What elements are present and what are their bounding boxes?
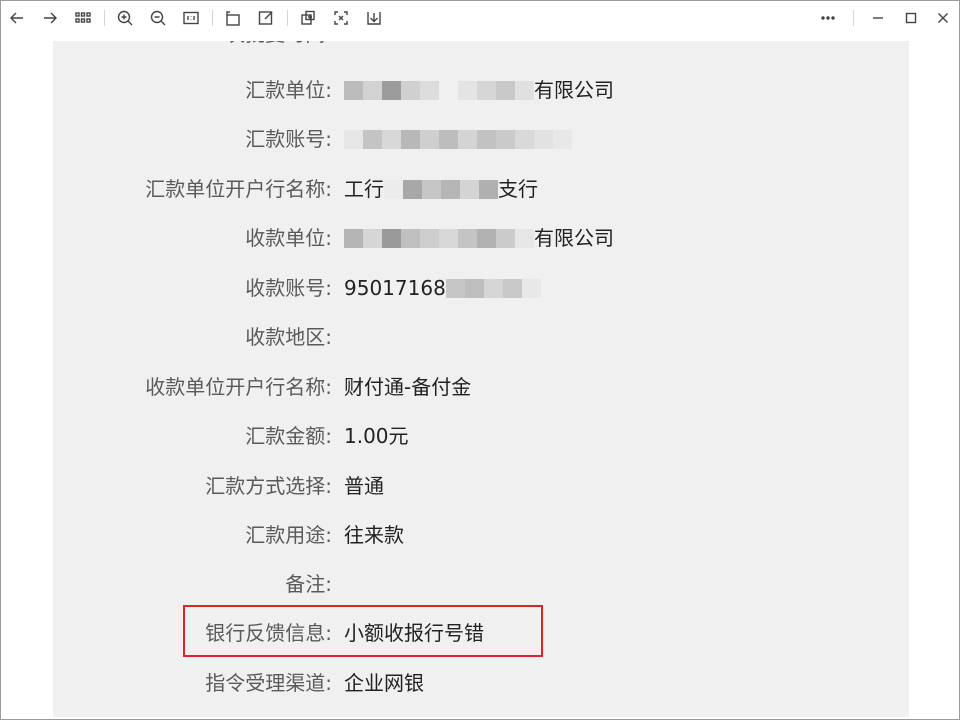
field-label: 汇款金额: bbox=[245, 424, 332, 448]
field-label: 二次批复时间: bbox=[205, 41, 332, 49]
field-value: 有限公司 bbox=[344, 223, 614, 253]
redacted-mosaic bbox=[344, 223, 534, 253]
field-value: 往来款 bbox=[344, 523, 404, 547]
field-value: 工行 支行 bbox=[344, 174, 538, 204]
viewer-toolbar bbox=[1, 1, 959, 35]
field-row-payee-name: 收款单位: 有限公司 bbox=[53, 223, 909, 253]
field-value: 1.00元 bbox=[344, 424, 409, 448]
rotate-icon[interactable] bbox=[220, 5, 246, 31]
toolbar-divider bbox=[853, 10, 854, 26]
field-label: 收款账号: bbox=[245, 276, 332, 300]
field-row-remitter-name: 汇款单位: 有限公司 bbox=[53, 75, 909, 105]
toolbar-divider bbox=[104, 10, 105, 26]
redacted-mosaic bbox=[344, 124, 572, 154]
field-label: 汇款用途: bbox=[245, 523, 332, 547]
field-row-purpose: 汇款用途: 往来款 bbox=[53, 520, 909, 550]
crop-icon[interactable] bbox=[295, 5, 321, 31]
maximize-icon[interactable] bbox=[898, 5, 924, 31]
field-value: 企业网银 bbox=[344, 671, 424, 695]
forward-arrow-icon[interactable] bbox=[37, 5, 63, 31]
download-icon[interactable] bbox=[361, 5, 387, 31]
image-viewer-window: 二次批复时间: 汇款单位: 有限公司 汇款账号: bbox=[0, 0, 960, 720]
field-value: 有限公司 bbox=[344, 75, 614, 105]
more-icon[interactable] bbox=[815, 5, 841, 31]
field-label: 备注: bbox=[285, 572, 332, 596]
value-suffix: 有限公司 bbox=[534, 78, 614, 102]
value-suffix: 有限公司 bbox=[534, 226, 614, 250]
field-label: 汇款单位开户行名称: bbox=[145, 177, 332, 201]
field-row-payee-bank: 收款单位开户行名称: 财付通-备付金 bbox=[53, 372, 909, 402]
back-arrow-icon[interactable] bbox=[4, 5, 30, 31]
value-prefix: 95017168 bbox=[344, 276, 446, 300]
close-icon[interactable] bbox=[930, 5, 956, 31]
redacted-mosaic bbox=[384, 174, 498, 204]
field-row-payee-region: 收款地区: bbox=[53, 322, 909, 352]
field-row-payee-account: 收款账号: 95017168 bbox=[53, 273, 909, 303]
field-value: 普通 bbox=[344, 474, 384, 498]
field-label: 汇款账号: bbox=[245, 127, 332, 151]
toolbar-divider bbox=[212, 10, 213, 26]
zoom-out-icon[interactable] bbox=[145, 5, 171, 31]
redacted-mosaic bbox=[445, 273, 541, 303]
field-row-remitter-bank: 汇款单位开户行名称: 工行 支行 bbox=[53, 174, 909, 204]
partial-cut-row: 二次批复时间: bbox=[53, 41, 909, 49]
minimize-icon[interactable] bbox=[865, 5, 891, 31]
field-label: 收款单位开户行名称: bbox=[145, 375, 332, 399]
actual-size-icon[interactable] bbox=[178, 5, 204, 31]
field-label: 汇款单位: bbox=[245, 78, 332, 102]
image-canvas: 二次批复时间: 汇款单位: 有限公司 汇款账号: bbox=[1, 41, 959, 719]
field-value: 财付通-备付金 bbox=[344, 375, 472, 399]
field-label: 收款单位: bbox=[245, 226, 332, 250]
field-label: 汇款方式选择: bbox=[205, 474, 332, 498]
fullscreen-icon[interactable] bbox=[328, 5, 354, 31]
redacted-mosaic bbox=[344, 75, 534, 105]
field-row-method: 汇款方式选择: 普通 bbox=[53, 471, 909, 501]
field-row-channel: 指令受理渠道: 企业网银 bbox=[53, 668, 909, 698]
field-value: 95017168 bbox=[344, 273, 541, 303]
toolbar-divider bbox=[287, 10, 288, 26]
edit-icon[interactable] bbox=[253, 5, 279, 31]
field-value bbox=[344, 124, 572, 154]
red-highlight-box bbox=[183, 605, 543, 657]
grid-icon[interactable] bbox=[70, 5, 96, 31]
field-row-remitter-account: 汇款账号: bbox=[53, 124, 909, 154]
field-label: 指令受理渠道: bbox=[205, 671, 332, 695]
value-prefix: 工行 bbox=[344, 177, 384, 201]
field-label: 收款地区: bbox=[245, 325, 332, 349]
field-row-amount: 汇款金额: 1.00元 bbox=[53, 421, 909, 451]
field-row-remark: 备注: bbox=[53, 569, 909, 599]
value-suffix: 支行 bbox=[498, 177, 538, 201]
zoom-in-icon[interactable] bbox=[112, 5, 138, 31]
